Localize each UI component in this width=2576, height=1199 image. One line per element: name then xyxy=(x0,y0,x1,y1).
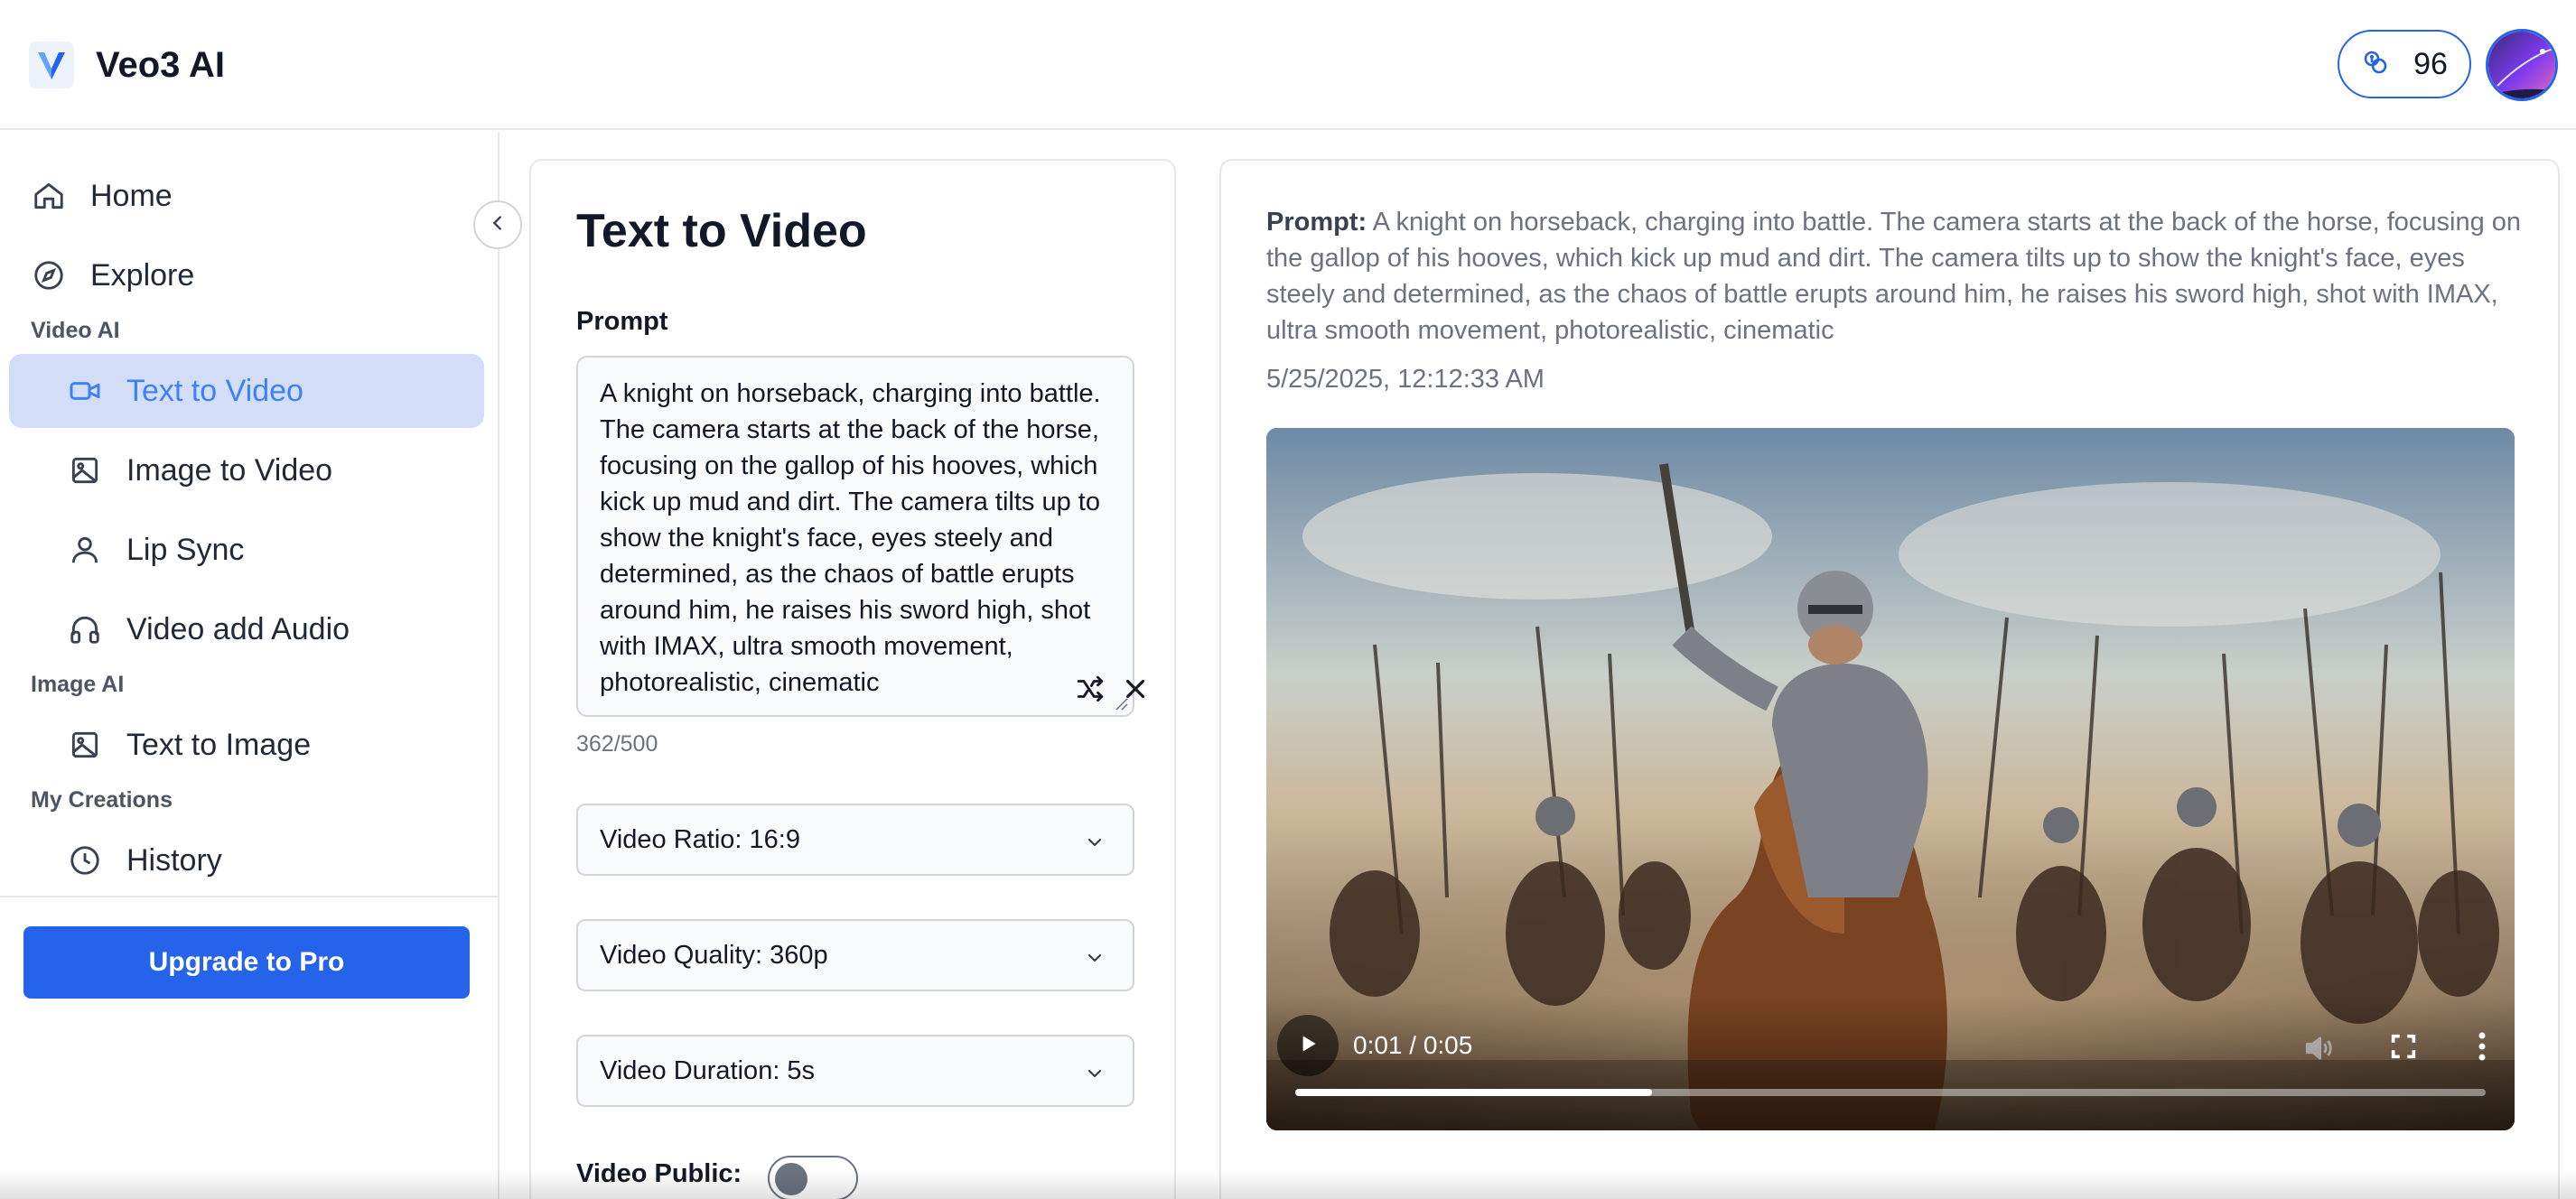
section-label-my-creations: My Creations xyxy=(31,787,173,813)
result-timestamp: 5/25/2025, 12:12:33 AM xyxy=(1266,365,1545,394)
user-icon xyxy=(67,532,103,568)
sidebar-item-home[interactable]: Home xyxy=(9,159,484,233)
video-camera-icon xyxy=(67,373,103,409)
sidebar-item-lip-sync[interactable]: Lip Sync xyxy=(9,513,484,587)
image-icon xyxy=(67,452,103,488)
sidebar: Home Explore Video AI Text to Video Imag… xyxy=(0,132,499,1199)
sidebar-item-label: Text to Image xyxy=(126,727,312,762)
play-icon xyxy=(1296,1032,1320,1060)
collapse-sidebar-button[interactable] xyxy=(473,200,522,249)
sidebar-item-video-add-audio[interactable]: Video add Audio xyxy=(9,592,484,666)
clock-icon xyxy=(67,842,103,878)
chevron-down-icon xyxy=(1084,1062,1106,1083)
chevron-down-icon xyxy=(1084,946,1106,968)
video-controls: 0:01 / 0:05 xyxy=(1266,995,2515,1130)
chevron-down-icon xyxy=(1084,831,1106,852)
select-value: Video Ratio: 16:9 xyxy=(600,824,800,854)
sidebar-divider xyxy=(0,896,499,897)
top-header: Veo3 AI 96 xyxy=(0,0,2576,130)
generation-form: Text to Video Prompt A knight on horseba… xyxy=(529,159,1176,1199)
toggle-knob xyxy=(775,1163,807,1195)
sidebar-item-text-to-video[interactable]: Text to Video xyxy=(9,354,484,428)
compass-icon xyxy=(31,257,67,293)
sidebar-item-image-to-video[interactable]: Image to Video xyxy=(9,433,484,507)
result-prompt-text: A knight on horseback, charging into bat… xyxy=(1266,208,2522,345)
volume-muted-icon[interactable] xyxy=(2301,1031,2336,1065)
select-value: Video Duration: 5s xyxy=(600,1055,816,1085)
progress-track[interactable] xyxy=(1295,1089,2486,1096)
char-counter: 362/500 xyxy=(576,731,658,757)
prompt-text[interactable]: A knight on horseback, charging into bat… xyxy=(600,376,1106,701)
video-public-toggle[interactable] xyxy=(768,1156,858,1199)
select-value: Video Quality: 360p xyxy=(600,940,828,970)
video-quality-select[interactable]: Video Quality: 360p xyxy=(576,919,1134,991)
fullscreen-icon[interactable] xyxy=(2388,1031,2419,1062)
avatar[interactable] xyxy=(2486,29,2558,101)
result-panel: Prompt: A knight on horseback, charging … xyxy=(1219,159,2560,1199)
play-button[interactable] xyxy=(1277,1015,1339,1076)
chevron-left-icon xyxy=(488,213,508,237)
shuffle-icon[interactable] xyxy=(1075,674,1106,704)
result-prompt: Prompt: A knight on horseback, charging … xyxy=(1266,204,2531,349)
upgrade-button[interactable]: Upgrade to Pro xyxy=(23,926,470,999)
home-icon xyxy=(31,178,67,214)
headphones-icon xyxy=(67,611,103,647)
sidebar-item-label: History xyxy=(126,842,222,878)
sidebar-item-history[interactable]: History xyxy=(9,823,484,897)
playback-time: 0:01 / 0:05 xyxy=(1353,1031,1473,1059)
progress-fill xyxy=(1295,1089,1653,1096)
prompt-textarea[interactable]: A knight on horseback, charging into bat… xyxy=(576,356,1145,717)
section-label-video-ai: Video AI xyxy=(31,318,120,343)
page-title: Text to Video xyxy=(576,205,867,257)
sidebar-item-label: Explore xyxy=(90,257,195,293)
sidebar-item-label: Video add Audio xyxy=(126,611,350,646)
resize-handle-icon[interactable] xyxy=(1113,695,1129,711)
more-options-icon[interactable] xyxy=(2477,1031,2487,1062)
video-public-label: Video Public: xyxy=(576,1159,742,1188)
image-icon xyxy=(67,727,103,763)
app-title[interactable]: Veo3 AI xyxy=(96,42,225,88)
credits-count: 96 xyxy=(2413,46,2448,81)
sidebar-item-label: Image to Video xyxy=(126,452,333,488)
video-player[interactable]: 0:01 / 0:05 xyxy=(1266,428,2515,1130)
result-prompt-label: Prompt: xyxy=(1266,208,1367,237)
video-ratio-select[interactable]: Video Ratio: 16:9 xyxy=(576,804,1134,876)
section-label-image-ai: Image AI xyxy=(31,672,125,697)
coins-icon xyxy=(2361,48,2390,81)
sidebar-item-explore[interactable]: Explore xyxy=(9,238,484,312)
sidebar-item-label: Text to Video xyxy=(126,373,303,408)
logo[interactable] xyxy=(29,42,74,88)
sidebar-item-label: Home xyxy=(90,178,173,213)
sidebar-item-text-to-image[interactable]: Text to Image xyxy=(9,708,484,782)
video-duration-select[interactable]: Video Duration: 5s xyxy=(576,1035,1134,1107)
credits-badge[interactable]: 96 xyxy=(2338,30,2471,98)
prompt-label: Prompt xyxy=(576,307,668,336)
sidebar-item-label: Lip Sync xyxy=(126,532,245,567)
